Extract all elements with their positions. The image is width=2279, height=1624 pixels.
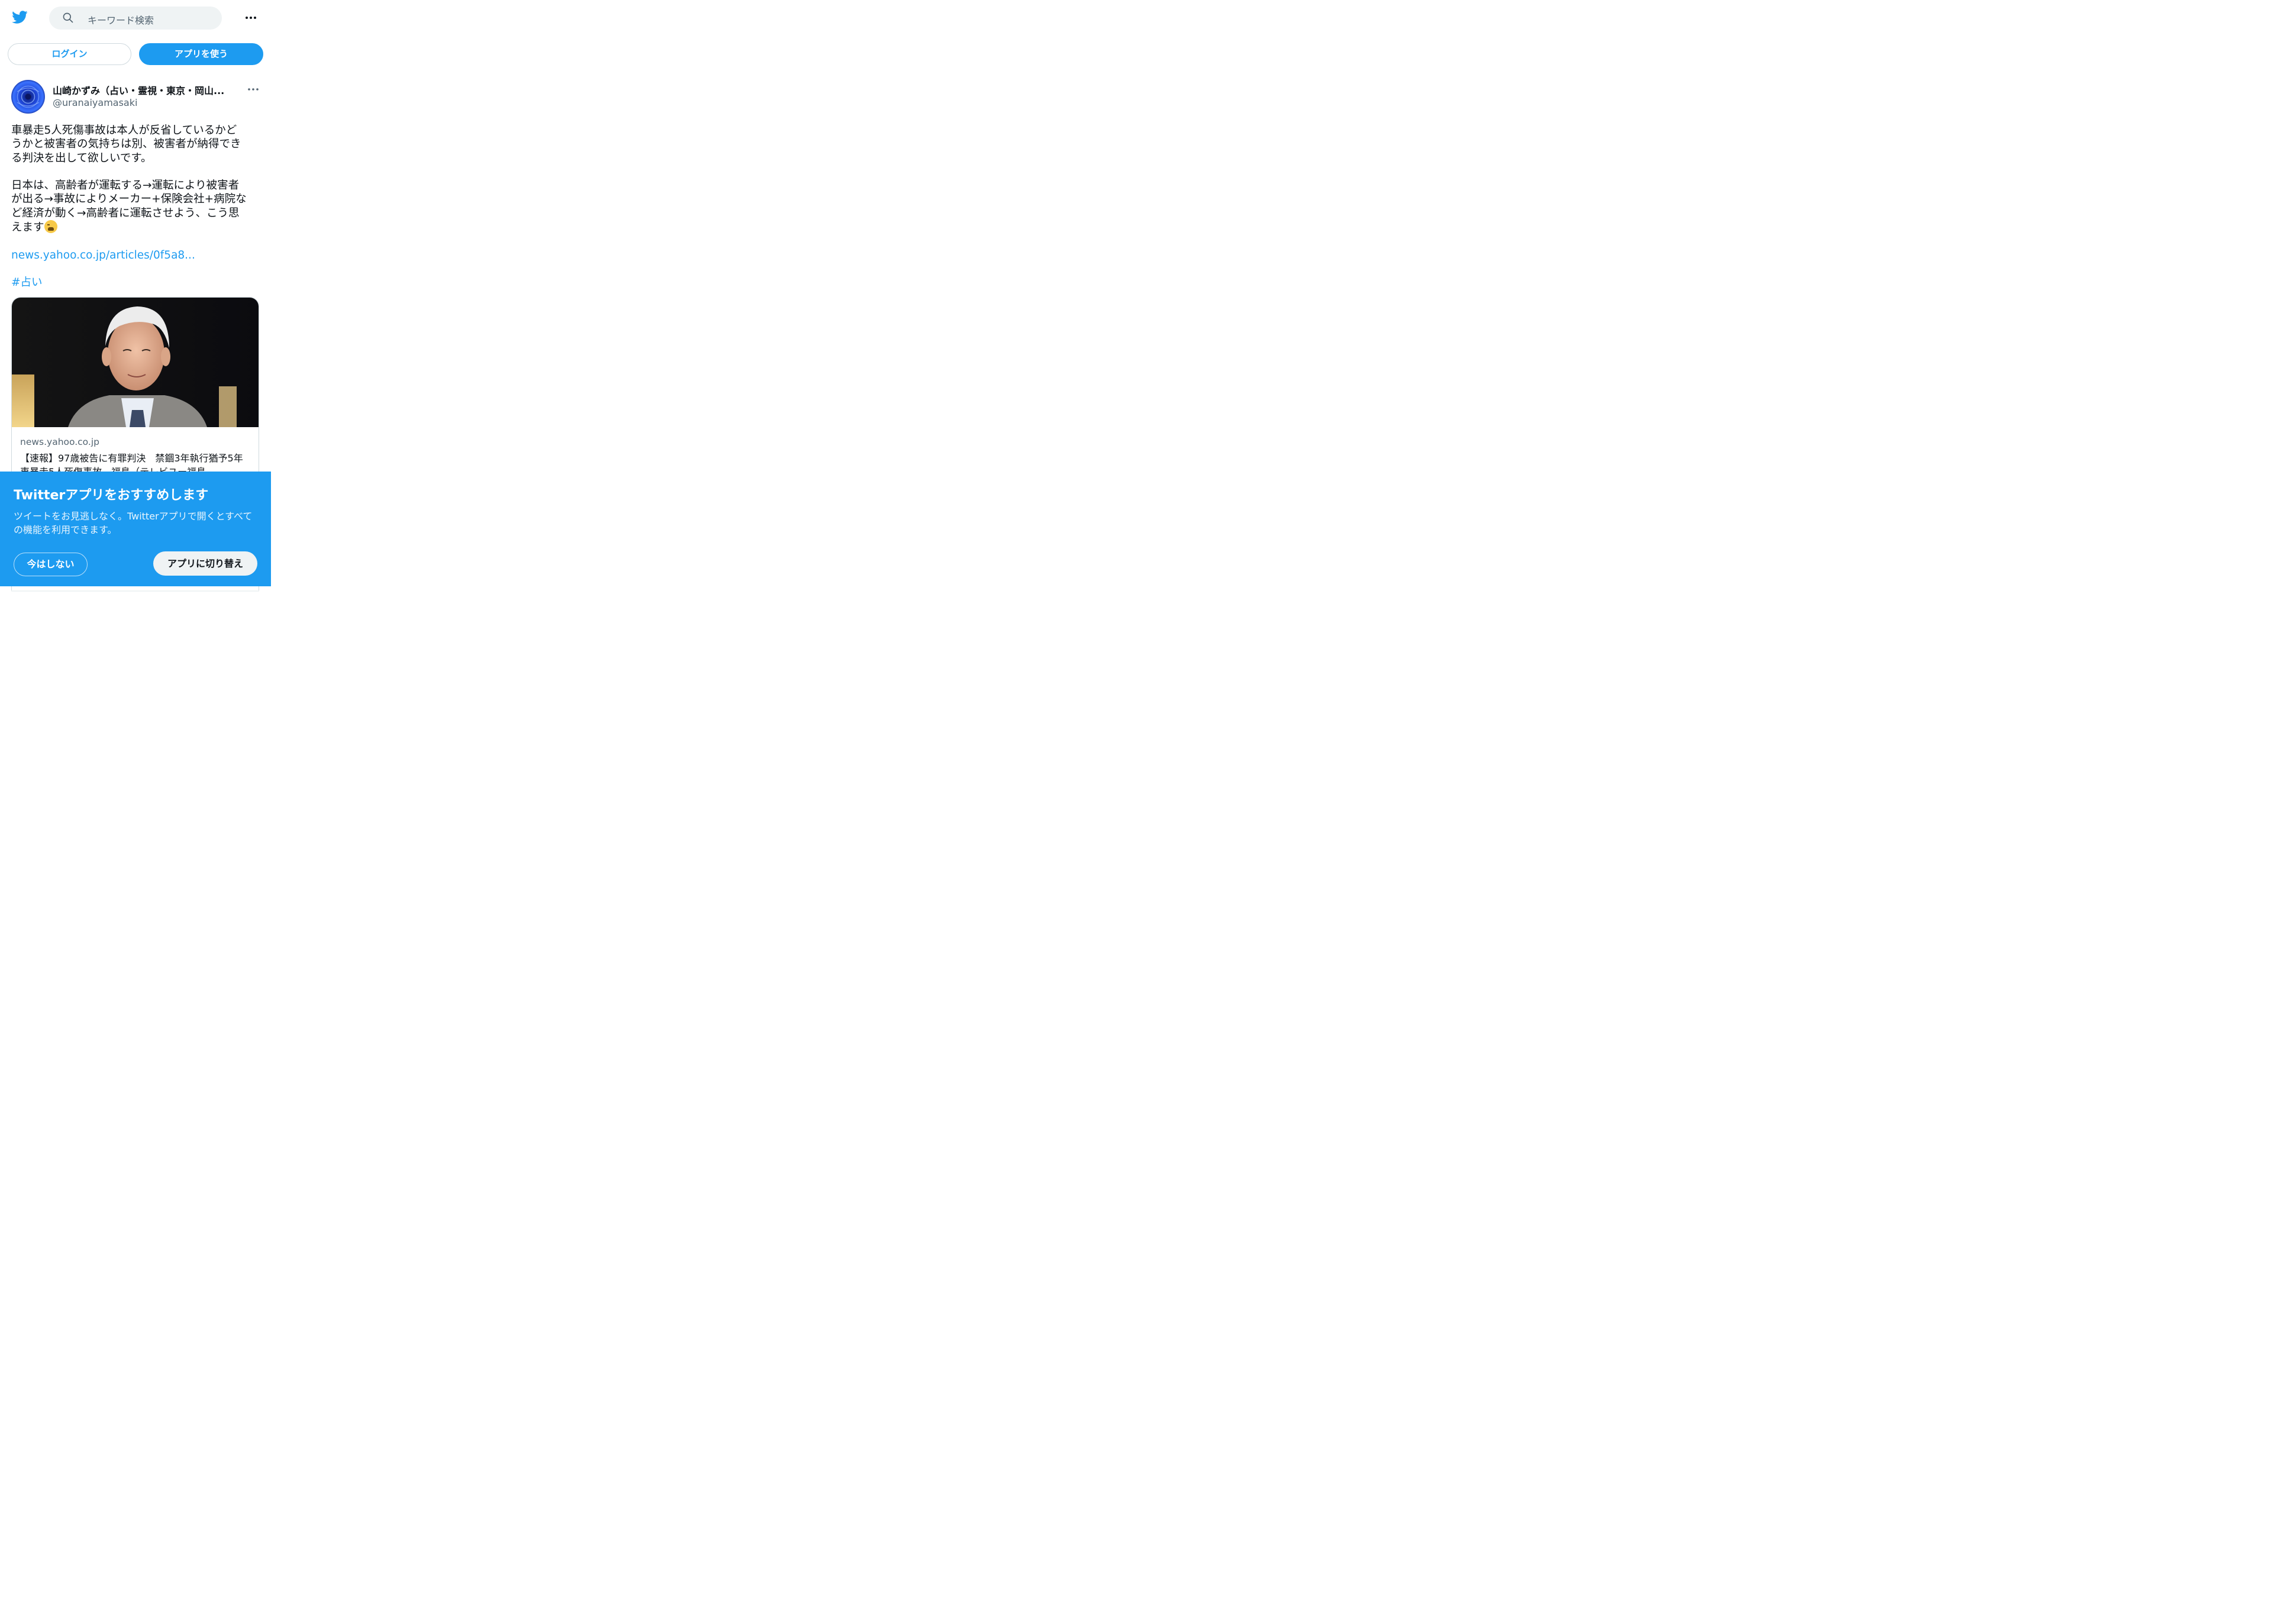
search-icon — [63, 12, 73, 23]
card-image — [12, 298, 259, 427]
hashtag-link[interactable]: #占い — [11, 276, 43, 289]
login-button[interactable]: ログイン — [8, 43, 131, 65]
more-horizontal-icon[interactable] — [244, 11, 258, 25]
avatar[interactable] — [11, 80, 45, 114]
tweet-paragraph-1: 車暴走5人死傷事故は本人が反省しているかど うかと被害者の気持ちは別、被害者が納… — [11, 124, 241, 164]
article-link[interactable]: news.yahoo.co.jp/articles/0f5a8... — [11, 249, 195, 261]
tweet-paragraph-2: 日本は、高齢者が運転する→運転により被害者 が出る→事故によりメーカー+保険会社… — [11, 179, 259, 234]
card-domain: news.yahoo.co.jp — [20, 437, 99, 447]
mobile-page: キーワード検索 ログイン アプリを使う 山崎かずみ（占い・霊視・東京・岡山...… — [0, 0, 271, 592]
tweet-text: 車暴走5人死傷事故は本人が反省しているかど うかと被害者の気持ちは別、被害者が納… — [11, 124, 259, 290]
use-app-button[interactable]: アプリを使う — [139, 43, 263, 65]
promo-title: Twitterアプリをおすすめします — [14, 488, 209, 503]
display-name[interactable]: 山崎かずみ（占い・霊視・東京・岡山... — [53, 83, 236, 97]
twitter-bird-icon[interactable] — [11, 9, 28, 25]
divider — [11, 590, 259, 592]
weary-face-emoji-icon — [44, 220, 57, 234]
search-placeholder: キーワード検索 — [88, 15, 154, 26]
user-handle[interactable]: @uranaiyamasaki — [53, 97, 137, 108]
not-now-button[interactable]: 今はしない — [14, 553, 88, 576]
elderly-man-photo — [12, 298, 259, 427]
search-field[interactable]: キーワード検索 — [49, 7, 222, 30]
promo-body: ツイートをお見逃しなく。Twitterアプリで開くとすべての機能を利用できます。 — [14, 511, 253, 535]
more-horizontal-icon[interactable] — [246, 82, 260, 96]
top-bar: キーワード検索 — [0, 0, 271, 37]
switch-to-app-button[interactable]: アプリに切り替え — [153, 551, 257, 576]
blue-rose-avatar-image — [11, 80, 45, 114]
